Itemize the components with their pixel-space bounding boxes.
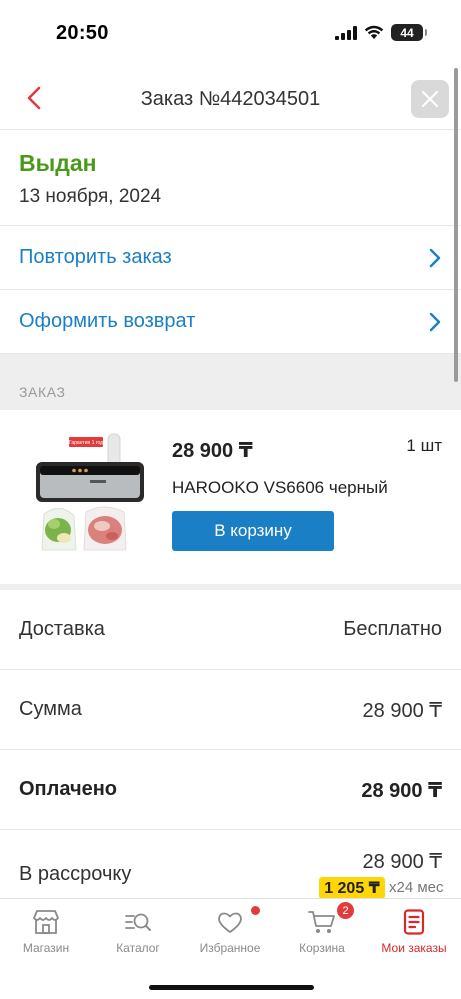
status-time: 20:50: [56, 22, 109, 44]
close-button[interactable]: [411, 80, 449, 118]
page-title: Заказ №442034501: [140, 88, 321, 110]
paid-value: 28 900 ₸: [361, 780, 442, 802]
product-image[interactable]: Гарантия 1 год: [30, 432, 152, 552]
product-price: 28 900 ₸: [172, 440, 253, 462]
nav-header: Заказ №442034501: [0, 66, 461, 130]
tab-label: Магазин: [22, 941, 70, 955]
tab-bar: Магазин Каталог Избранное 2 Корзина Мои …: [0, 898, 461, 999]
installment-monthly-badge: 1 205 ₸: [319, 877, 385, 899]
delivery-row: Доставка Бесплатно: [0, 590, 461, 670]
order-status: Выдан: [19, 150, 97, 176]
product-quantity: 1 шт: [406, 436, 442, 455]
tab-favorites[interactable]: Избранное: [184, 899, 276, 969]
cart-icon: [308, 911, 335, 933]
close-icon: [421, 90, 439, 108]
chevron-right-icon: [429, 312, 441, 332]
add-to-cart-button[interactable]: В корзину: [172, 511, 334, 551]
delivery-label: Доставка: [19, 618, 105, 640]
order-date: 13 ноября, 2024: [19, 186, 162, 207]
installment-value: 28 900 ₸: [362, 851, 442, 873]
cart-count-badge: 2: [337, 902, 354, 919]
sum-value: 28 900 ₸: [362, 700, 442, 722]
repeat-order-label: Повторить заказ: [19, 246, 172, 268]
tab-store[interactable]: Магазин: [0, 899, 92, 969]
wifi-icon: [364, 25, 384, 39]
home-indicator: [149, 985, 314, 990]
tab-label: Мои заказы: [381, 941, 447, 955]
delivery-value: Бесплатно: [343, 618, 442, 640]
tab-cart[interactable]: 2 Корзина: [276, 899, 368, 969]
paid-row: Оплачено 28 900 ₸: [0, 750, 461, 830]
catalog-search-icon: [125, 913, 151, 931]
return-order-row[interactable]: Оформить возврат: [0, 290, 461, 354]
order-status-block: Выдан 13 ноября, 2024: [0, 130, 461, 226]
battery-icon: 44: [391, 24, 427, 41]
chevron-right-icon: [429, 248, 441, 268]
sum-label: Сумма: [19, 698, 82, 720]
store-icon: [33, 910, 59, 934]
tab-catalog[interactable]: Каталог: [92, 899, 184, 969]
signal-icon: [335, 25, 357, 40]
section-label: ЗАКАЗ: [19, 384, 66, 400]
tab-label: Каталог: [116, 941, 160, 955]
status-icons: 44: [335, 24, 427, 41]
orders-icon: [403, 909, 425, 935]
installment-label: В рассрочку: [19, 863, 132, 885]
product-card: Гарантия 1 год 28 900 ₸ 1 шт HAROOKO VS6…: [0, 410, 461, 584]
tab-my-orders[interactable]: Мои заказы: [368, 899, 460, 969]
notification-dot: [251, 906, 260, 915]
product-name[interactable]: HAROOKO VS6606 черный: [172, 478, 388, 498]
paid-label: Оплачено: [19, 778, 117, 800]
section-header: ЗАКАЗ: [0, 354, 461, 410]
tab-label: Избранное: [199, 941, 261, 955]
scrollbar[interactable]: [454, 68, 458, 382]
product-image-tag: Гарантия 1 год: [69, 440, 103, 446]
repeat-order-row[interactable]: Повторить заказ: [0, 226, 461, 290]
return-order-label: Оформить возврат: [19, 310, 196, 332]
installment-term: x24 мес: [389, 879, 444, 896]
tab-label: Корзина: [299, 941, 345, 955]
status-bar: 20:50 44: [0, 0, 461, 66]
sum-row: Сумма 28 900 ₸: [0, 670, 461, 750]
heart-icon: [218, 912, 242, 933]
battery-level: 44: [400, 25, 414, 40]
